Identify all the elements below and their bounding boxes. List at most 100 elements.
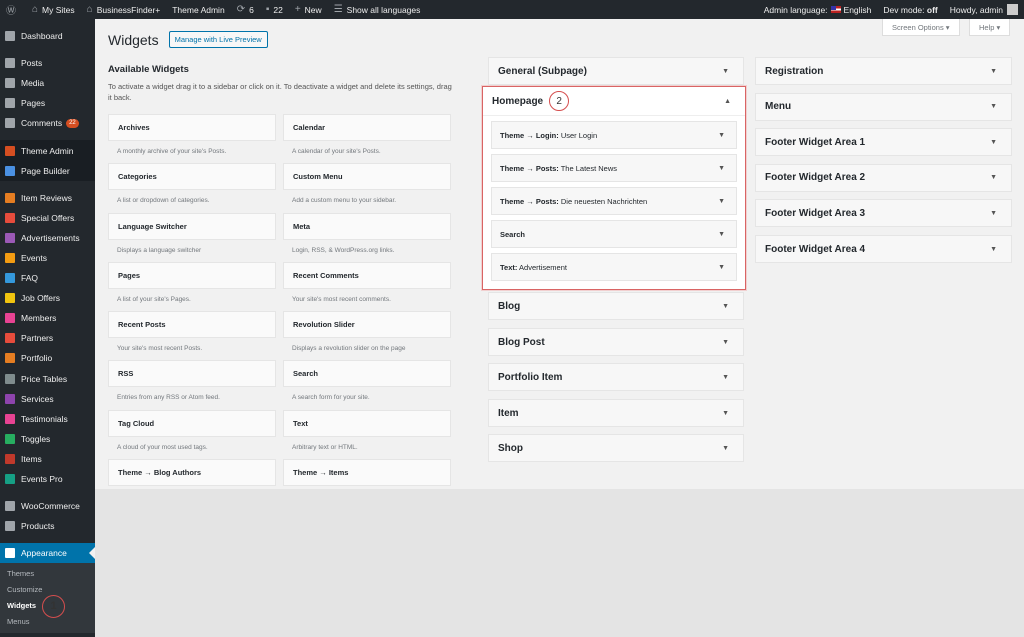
sidebar-item-items[interactable]: Items — [0, 449, 95, 469]
sidebar-item-price-tables[interactable]: Price Tables — [0, 369, 95, 389]
sidebar-item-theme-admin[interactable]: Theme Admin — [0, 140, 95, 161]
sidebar-area-item[interactable]: Item ▼ — [488, 399, 744, 427]
sidebar-item-partners[interactable]: Partners — [0, 328, 95, 348]
expand-arrow-icon: ▼ — [990, 67, 997, 75]
comments-link[interactable]: ▪ 22 — [260, 0, 289, 19]
sidebar-item-toggles[interactable]: Toggles — [0, 429, 95, 449]
sidebar-item-media[interactable]: Media — [0, 73, 95, 93]
sidebar-item-special-offers[interactable]: Special Offers — [0, 208, 95, 228]
home-icon: ⌂ — [86, 4, 93, 15]
sidebar-item-events[interactable]: Events — [0, 248, 95, 268]
screen-options-button[interactable]: Screen Options ▾ — [882, 19, 960, 36]
widget-recent-posts[interactable]: Recent Posts — [108, 311, 276, 339]
sidebar-item-pages[interactable]: Pages — [0, 93, 95, 113]
expand-arrow-icon: ▼ — [718, 263, 725, 271]
widget-description: A monthly archive of your site's Posts. — [117, 148, 227, 155]
widget-item: Search A search form for your site. — [283, 360, 451, 409]
sidebar-area-footer-widget-area-1[interactable]: Footer Widget Area 1 ▼ — [755, 128, 1012, 157]
widget-calendar[interactable]: Calendar — [283, 114, 451, 141]
homepage-widget[interactable]: Theme → Posts: Die neuesten Nachrichten ▼ — [491, 187, 737, 215]
homepage-widget[interactable]: Theme → Login: User Login ▼ — [491, 121, 737, 149]
menu-icon — [5, 548, 15, 559]
sidebar-area-blog-post[interactable]: Blog Post ▼ — [488, 328, 744, 356]
menu-icon — [5, 192, 15, 203]
widget-recent-comments[interactable]: Recent Comments — [283, 261, 451, 289]
homepage-sidebar-header[interactable]: Homepage 2 ▲ — [483, 87, 745, 116]
submenu-themes[interactable]: Themes — [0, 566, 95, 582]
updates-link[interactable]: ⟳ 6 — [231, 0, 260, 19]
admin-sidebar: Dashboard Posts Media Pages Comments 22 Theme … — [0, 19, 95, 637]
sidebar-item-item-reviews[interactable]: Item Reviews — [0, 188, 95, 208]
sidebar-area-general-subpage-[interactable]: General (Subpage) ▼ — [488, 57, 744, 85]
languages-link[interactable]: ☰ Show all languages — [328, 0, 427, 19]
help-button[interactable]: Help ▾ — [969, 19, 1011, 36]
sidebar-item-faq[interactable]: FAQ — [0, 268, 95, 288]
sidebar-item-services[interactable]: Services — [0, 389, 95, 409]
widget-description: Displays a revolution slider on the page — [292, 345, 406, 353]
sidebar-area-footer-widget-area-2[interactable]: Footer Widget Area 2 ▼ — [755, 163, 1012, 192]
sidebar-item-appearance[interactable]: Appearance — [0, 543, 95, 564]
menu-icon — [5, 118, 15, 129]
widget-rss[interactable]: RSS — [108, 360, 276, 388]
menu-icon — [5, 252, 15, 263]
sidebar-area-footer-widget-area-3[interactable]: Footer Widget Area 3 ▼ — [755, 199, 1012, 228]
comment-count-badge: 22 — [66, 118, 79, 128]
sidebar-item-comments[interactable]: Comments 22 — [0, 113, 95, 133]
menu-icon — [5, 433, 15, 444]
sidebar-item-testimonials[interactable]: Testimonials — [0, 409, 95, 429]
homepage-widget[interactable]: Theme → Posts: The Latest News ▼ — [491, 154, 737, 182]
widget-meta[interactable]: Meta — [283, 212, 451, 240]
us-flag-icon — [830, 6, 841, 13]
expand-arrow-icon: ▼ — [718, 230, 725, 238]
expand-arrow-icon: ▼ — [722, 373, 729, 381]
sidebar-area-registration[interactable]: Registration ▼ — [755, 57, 1012, 85]
plus-icon: + — [294, 4, 301, 15]
widget-language-switcher[interactable]: Language Switcher — [108, 212, 276, 240]
widget-item: Categories A list or dropdown of categori… — [108, 163, 276, 212]
widget-archives[interactable]: Archives — [108, 114, 276, 141]
widget-description: A list or dropdown of categories. — [117, 197, 210, 205]
widget-search[interactable]: Search — [283, 360, 451, 388]
widget-description: A search form for your site. — [292, 394, 370, 402]
new-content-link[interactable]: + New — [289, 0, 328, 19]
sidebar-item-page-builder[interactable]: Page Builder — [0, 160, 95, 181]
live-preview-button[interactable]: Manage with Live Preview — [168, 31, 268, 48]
sidebar-item-woocommerce[interactable]: WooCommerce — [0, 496, 95, 516]
dev-mode-link[interactable]: Dev mode: off — [877, 0, 943, 19]
sidebar-area-blog[interactable]: Blog ▼ — [488, 292, 744, 320]
homepage-widget[interactable]: Search ▼ — [491, 220, 737, 248]
submenu-widgets[interactable]: Widgets 1 — [0, 594, 95, 618]
homepage-widget[interactable]: Text: Advertisement ▼ — [491, 253, 737, 281]
sidebar-item-posts[interactable]: Posts — [0, 53, 95, 73]
menu-icon — [5, 31, 15, 42]
widget-item: Language Switcher Displays a language swi… — [108, 212, 276, 262]
widget-pages[interactable]: Pages — [108, 261, 276, 289]
sidebar-item-dashboard[interactable]: Dashboard — [0, 26, 95, 46]
widget-categories[interactable]: Categories — [108, 163, 276, 191]
sidebar-item-advertisements[interactable]: Advertisements — [0, 228, 95, 248]
widget-text[interactable]: Text — [283, 409, 451, 437]
sidebar-item-products[interactable]: Products — [0, 516, 95, 536]
widget-theme-items[interactable]: Theme → Items — [283, 459, 451, 487]
account-link[interactable]: Howdy, admin — [944, 0, 1024, 19]
admin-language-link[interactable]: Admin language: English — [758, 0, 878, 19]
widget-theme-blog-authors[interactable]: Theme → Blog Authors — [108, 459, 276, 487]
theme-admin-link[interactable]: Theme Admin — [166, 0, 230, 19]
sidebar-area-menu[interactable]: Menu ▼ — [755, 92, 1012, 121]
sidebar-area-footer-widget-area-4[interactable]: Footer Widget Area 4 ▼ — [755, 235, 1012, 263]
expand-arrow-icon: ▼ — [722, 444, 729, 452]
sidebar-item-job-offers[interactable]: Job Offers — [0, 288, 95, 308]
widget-tag-cloud[interactable]: Tag Cloud — [108, 409, 276, 437]
widget-custom-menu[interactable]: Custom Menu — [283, 163, 451, 191]
site-name-link[interactable]: ⌂ BusinessFinder+ — [81, 0, 167, 19]
menu-icon — [5, 333, 15, 344]
sidebar-item-events-pro[interactable]: Events Pro — [0, 469, 95, 489]
sidebar-area-portfolio-item[interactable]: Portfolio Item ▼ — [488, 363, 744, 391]
sidebar-area-shop[interactable]: Shop ▼ — [488, 434, 744, 462]
my-sites-link[interactable]: ⌂ My Sites — [26, 0, 81, 19]
widget-revolution-slider[interactable]: Revolution Slider — [283, 311, 451, 339]
menu-icon — [5, 212, 15, 223]
wordpress-logo[interactable]: Ⓦ — [0, 0, 26, 19]
sidebar-item-members[interactable]: Members — [0, 308, 95, 328]
sidebar-item-portfolio[interactable]: Portfolio — [0, 348, 95, 368]
